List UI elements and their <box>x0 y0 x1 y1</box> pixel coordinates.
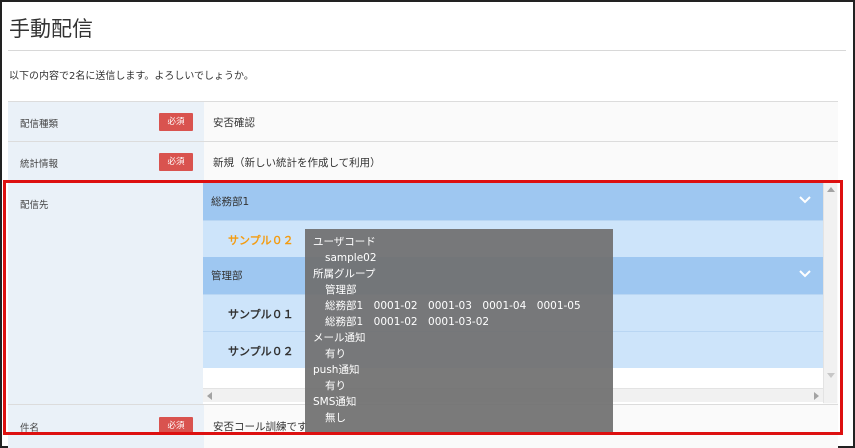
destination-label: 配信先 <box>20 200 49 211</box>
group-header-somu1[interactable]: 総務部1 <box>203 183 823 220</box>
stats-info-label-cell: 統計情報 必須 <box>8 142 204 182</box>
tooltip-group-label: 所属グループ <box>313 268 376 280</box>
tooltip-user-code-value: sample02 <box>325 252 377 264</box>
tooltip-user-code-label: ユーザコード <box>313 236 376 248</box>
title-divider <box>8 50 846 51</box>
required-badge: 必須 <box>159 417 193 435</box>
tooltip-group-line: 総務部1 0001-02 0001-03 0001-04 0001-05 <box>325 300 581 312</box>
tooltip-push-value: 有り <box>325 380 346 392</box>
chevron-down-icon[interactable] <box>797 192 813 208</box>
group-name: 管理部 <box>211 270 243 282</box>
member-name-selected: サンプル０２ <box>228 234 294 247</box>
confirm-message: 以下の内容で2名に送信します。よろしいでしょうか。 <box>9 71 254 82</box>
tooltip-group-line: 管理部 <box>325 284 357 296</box>
stats-info-label: 統計情報 <box>20 159 59 170</box>
subject-label-cell: 件名 必須 <box>8 405 204 448</box>
tooltip-mail-value: 有り <box>325 348 346 360</box>
group-name: 総務部1 <box>211 196 250 208</box>
scroll-right-icon[interactable] <box>814 392 819 400</box>
stats-info-row: 統計情報 必須 新規（新しい統計を作成して利用） <box>8 141 838 182</box>
subject-label: 件名 <box>20 423 40 434</box>
delivery-type-row: 配信種類 必須 安否確認 <box>8 101 838 141</box>
chevron-down-icon[interactable] <box>797 266 813 282</box>
page-title: 手動配信 <box>9 17 93 41</box>
user-info-tooltip: ユーザコード sample02 所属グループ 管理部 総務部1 0001-02 … <box>305 229 613 434</box>
member-name: サンプル０２ <box>228 345 294 358</box>
stats-info-value: 新規（新しい統計を作成して利用） <box>213 157 381 169</box>
subject-value: 安否コール訓練です <box>213 421 308 433</box>
stats-info-value-cell: 新規（新しい統計を作成して利用） <box>204 142 838 182</box>
delivery-type-label: 配信種類 <box>20 119 59 130</box>
scroll-down-icon[interactable] <box>827 373 835 378</box>
tooltip-sms-label: SMS通知 <box>313 396 357 408</box>
required-badge: 必須 <box>159 153 193 171</box>
required-badge: 必須 <box>159 113 193 131</box>
vertical-scrollbar[interactable] <box>823 183 837 403</box>
destination-label-cell: 配信先 <box>8 183 204 404</box>
tooltip-sms-value: 無し <box>325 412 346 424</box>
tooltip-group-line: 総務部1 0001-02 0001-03-02 <box>325 316 490 328</box>
delivery-type-value-cell: 安否確認 <box>204 102 838 141</box>
delivery-type-label-cell: 配信種類 必須 <box>8 102 204 141</box>
scroll-left-icon[interactable] <box>207 392 212 400</box>
delivery-type-value: 安否確認 <box>213 117 255 129</box>
tooltip-mail-label: メール通知 <box>313 332 366 344</box>
tooltip-push-label: push通知 <box>313 364 360 376</box>
scroll-up-icon[interactable] <box>827 187 835 192</box>
member-name: サンプル０１ <box>228 308 294 321</box>
